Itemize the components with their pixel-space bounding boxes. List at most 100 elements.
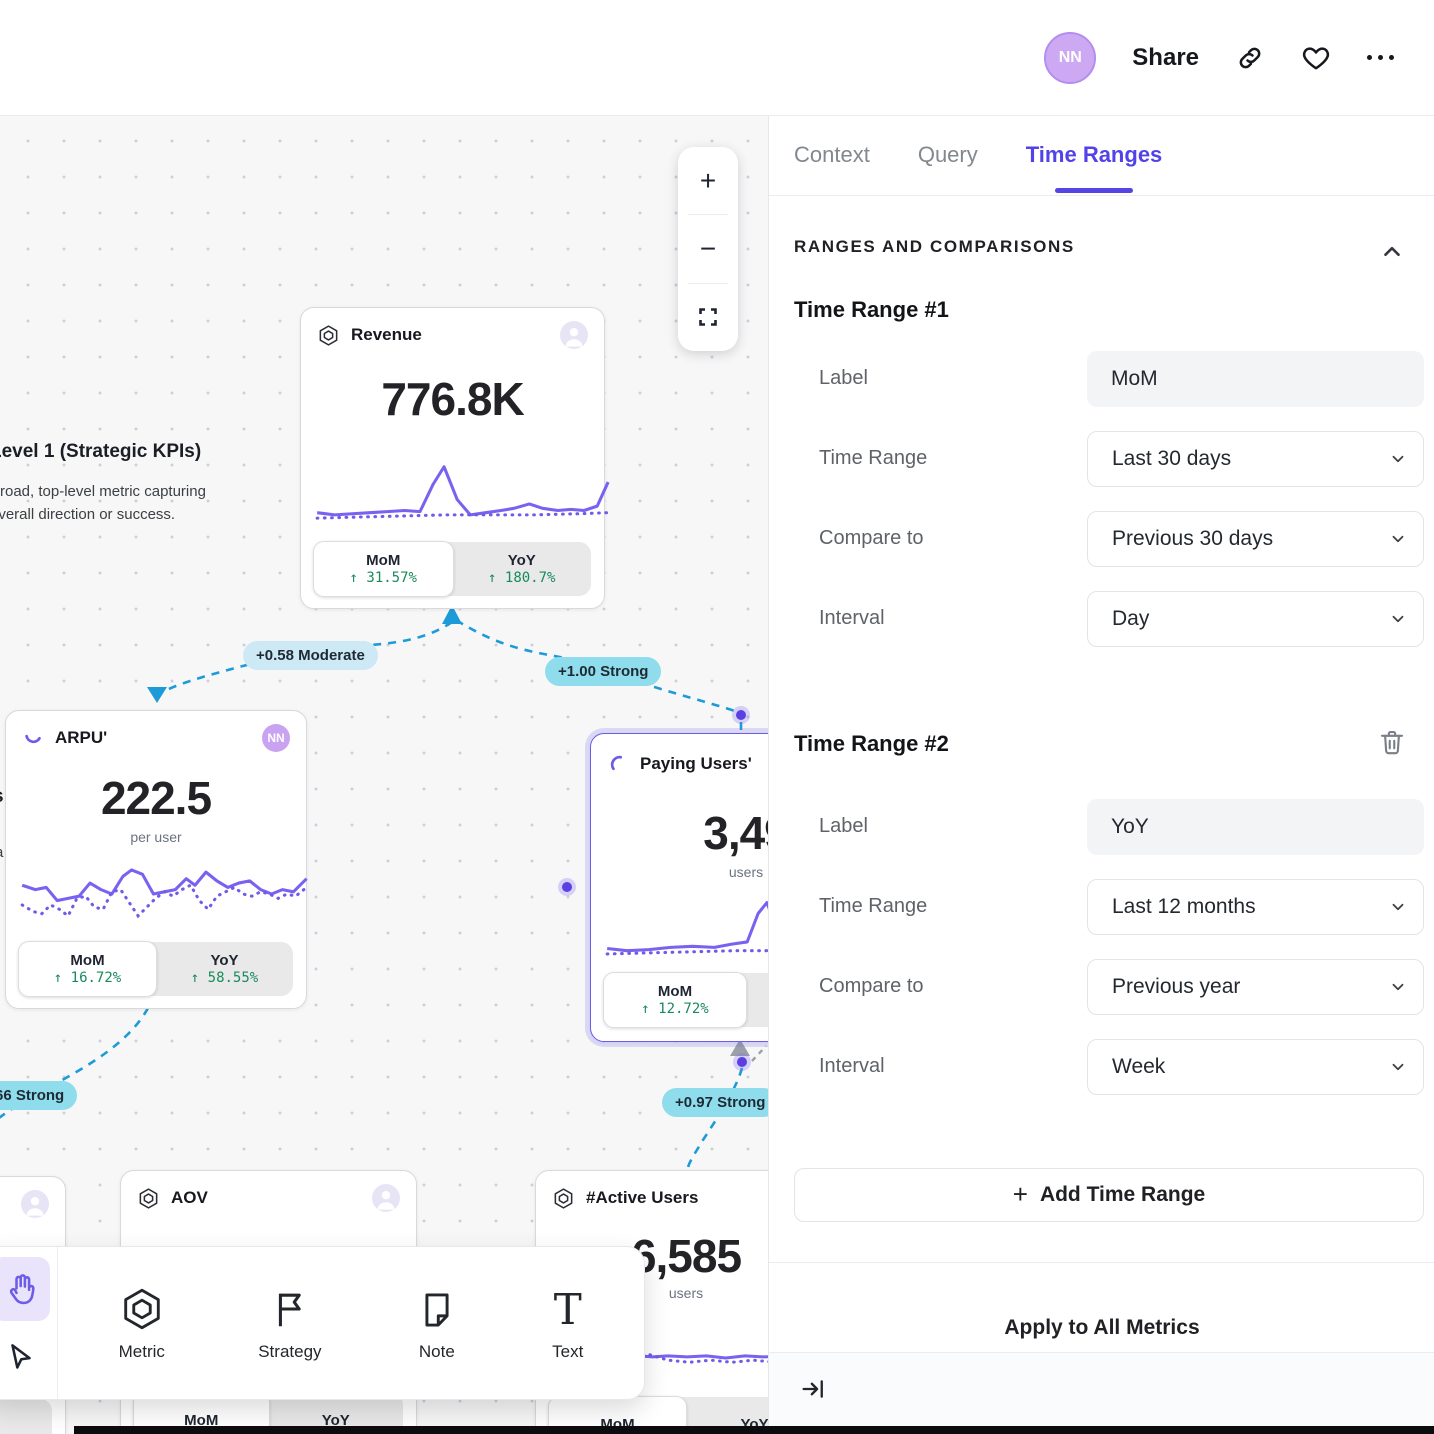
insert-tools: Metric Strategy Note T Text xyxy=(58,1247,644,1399)
card-header: AOV xyxy=(121,1171,416,1225)
toggle-mom[interactable]: MoM ↑ 16.72% xyxy=(18,941,157,997)
metric-card-arpu[interactable]: ARPU' NN 222.5 per user MoM ↑ 16.72% YoY… xyxy=(5,710,307,1009)
tool-text[interactable]: T Text xyxy=(552,1284,583,1362)
time-range-select[interactable]: Last 30 days xyxy=(1087,431,1424,487)
metric-hexagon-icon xyxy=(137,1187,160,1210)
header-actions: NN Share xyxy=(1044,0,1394,115)
zoom-out-button[interactable]: − xyxy=(678,215,738,282)
edge-label-arpu-left[interactable]: 66 Strong xyxy=(0,1081,77,1110)
toggle-label: MoM xyxy=(70,952,104,969)
card-header: #Active Users xyxy=(536,1171,768,1225)
loading-arc-icon xyxy=(22,727,44,749)
plus-icon: + xyxy=(1013,1179,1028,1210)
comparison-toggle: MoM ↑ 12.72% xyxy=(604,973,768,1027)
card-header: Revenue xyxy=(301,308,604,362)
interval-select[interactable]: Week xyxy=(1087,1039,1424,1095)
metric-card-revenue[interactable]: Revenue 776.8K MoM ↑ 31.57% YoY ↑ 180.7% xyxy=(300,307,605,609)
toggle-label: MoM xyxy=(366,552,400,569)
label-input[interactable] xyxy=(1087,799,1424,855)
toggle-value: ↑ 58.55% xyxy=(191,970,258,986)
chevron-down-icon xyxy=(1389,610,1407,628)
toggle-mom[interactable]: MoM ↑ 12.72% xyxy=(603,972,747,1028)
comparison-toggle: MoM ↑ 31.57% YoY ↑ 180.7% xyxy=(314,542,591,596)
card-header: ARPU' NN xyxy=(6,711,306,765)
toggle-yoy[interactable] xyxy=(0,1399,52,1434)
metric-card-paying-users[interactable]: Paying Users' 3,49 users MoM ↑ 12.72% xyxy=(590,733,768,1042)
sparkline xyxy=(20,859,318,929)
add-time-range-label: Add Time Range xyxy=(1040,1183,1205,1207)
label-input[interactable] xyxy=(1087,351,1424,407)
toggle-value: ↑ 31.57% xyxy=(350,570,417,586)
flag-icon xyxy=(267,1286,313,1332)
collapse-section-chevron-icon[interactable] xyxy=(1379,239,1405,265)
time-range-select[interactable]: Last 12 months xyxy=(1087,879,1424,935)
toggle-value: ↑ 180.7% xyxy=(488,570,555,586)
collapse-panel-icon[interactable] xyxy=(799,1375,827,1403)
tab-context[interactable]: Context xyxy=(794,115,870,195)
label-input-wrap xyxy=(1087,799,1424,855)
more-options-icon[interactable] xyxy=(1367,55,1394,60)
sparkline xyxy=(315,458,613,528)
card-title: Revenue xyxy=(351,325,422,345)
toggle-yoy[interactable]: YoY ↑ 58.55% xyxy=(156,942,293,996)
select-value: Last 12 months xyxy=(1112,895,1256,919)
tool-metric[interactable]: Metric xyxy=(119,1284,165,1362)
card-header: Paying Users' xyxy=(591,734,768,794)
tab-query[interactable]: Query xyxy=(918,115,978,195)
apply-all-metrics-button[interactable]: Apply to All Metrics xyxy=(769,1308,1434,1348)
field-label-label: Label xyxy=(819,815,868,838)
edge-label-revenue-arpu[interactable]: +0.58 Moderate xyxy=(243,641,378,670)
hand-tool-button[interactable] xyxy=(0,1257,50,1321)
edge-connection-dot[interactable] xyxy=(558,878,576,896)
toggle-yoy[interactable]: YoY ↑ 180.7% xyxy=(453,542,592,596)
tool-strategy[interactable]: Strategy xyxy=(258,1284,321,1362)
share-button[interactable]: Share xyxy=(1132,44,1199,72)
time-range-1-title: Time Range #1 xyxy=(794,297,949,323)
collaborator-avatar: NN xyxy=(262,724,290,752)
favorite-heart-icon[interactable] xyxy=(1301,43,1331,73)
edge-connection-dot[interactable] xyxy=(733,1053,751,1071)
select-value: Previous 30 days xyxy=(1112,527,1273,551)
interval-select[interactable]: Day xyxy=(1087,591,1424,647)
zoom-in-button[interactable]: + xyxy=(678,147,738,214)
time-range-2-title: Time Range #2 xyxy=(794,731,949,757)
toggle-yoy[interactable] xyxy=(746,973,768,1027)
tool-label: Metric xyxy=(119,1342,165,1362)
add-time-range-button[interactable]: + Add Time Range xyxy=(794,1168,1424,1222)
divider xyxy=(769,1262,1434,1263)
edge-label-revenue-paying[interactable]: +1.00 Strong xyxy=(545,657,661,686)
tab-time-ranges[interactable]: Time Ranges xyxy=(1026,115,1163,195)
edge-connection-dot[interactable] xyxy=(732,706,750,724)
chevron-down-icon xyxy=(1389,898,1407,916)
toggle-label: MoM xyxy=(658,983,692,1000)
loading-arc-icon xyxy=(607,753,629,775)
field-label-compare-to: Compare to xyxy=(819,975,924,998)
owner-avatar-icon xyxy=(372,1184,400,1212)
toggle-mom[interactable]: MoM ↑ 31.57% xyxy=(313,541,454,597)
zoom-controls: + − xyxy=(678,147,738,351)
tool-note[interactable]: Note xyxy=(415,1284,459,1362)
level-annotation-line1: Broad, top-level metric capturing xyxy=(0,480,206,503)
text-tool-icon: T xyxy=(554,1288,582,1332)
edge-label-paying-active[interactable]: +0.97 Strong xyxy=(662,1088,768,1117)
select-tool-button[interactable] xyxy=(0,1325,50,1389)
section-header: RANGES AND COMPARISONS xyxy=(794,237,1075,257)
fit-view-button[interactable] xyxy=(678,284,738,351)
metric-tree-canvas[interactable]: +0.58 Moderate +1.00 Strong 66 Strong +0… xyxy=(0,115,768,1434)
compare-to-select[interactable]: Previous 30 days xyxy=(1087,511,1424,567)
card-title: Paying Users' xyxy=(640,754,752,774)
select-value: Previous year xyxy=(1112,975,1240,999)
metric-unit: users xyxy=(591,864,768,880)
toggle-label: YoY xyxy=(508,552,536,569)
link-icon[interactable] xyxy=(1235,43,1265,73)
canvas-toolbar: Metric Strategy Note T Text xyxy=(0,1246,645,1400)
metric-value: 222.5 xyxy=(6,771,306,825)
delete-time-range-icon[interactable] xyxy=(1377,727,1407,757)
compare-to-select[interactable]: Previous year xyxy=(1087,959,1424,1015)
user-avatar[interactable]: NN xyxy=(1044,32,1096,84)
tool-label: Text xyxy=(552,1342,583,1362)
field-label-label: Label xyxy=(819,367,868,390)
toggle-value: ↑ 16.72% xyxy=(54,970,121,986)
hand-icon xyxy=(3,1271,39,1307)
chevron-down-icon xyxy=(1389,450,1407,468)
